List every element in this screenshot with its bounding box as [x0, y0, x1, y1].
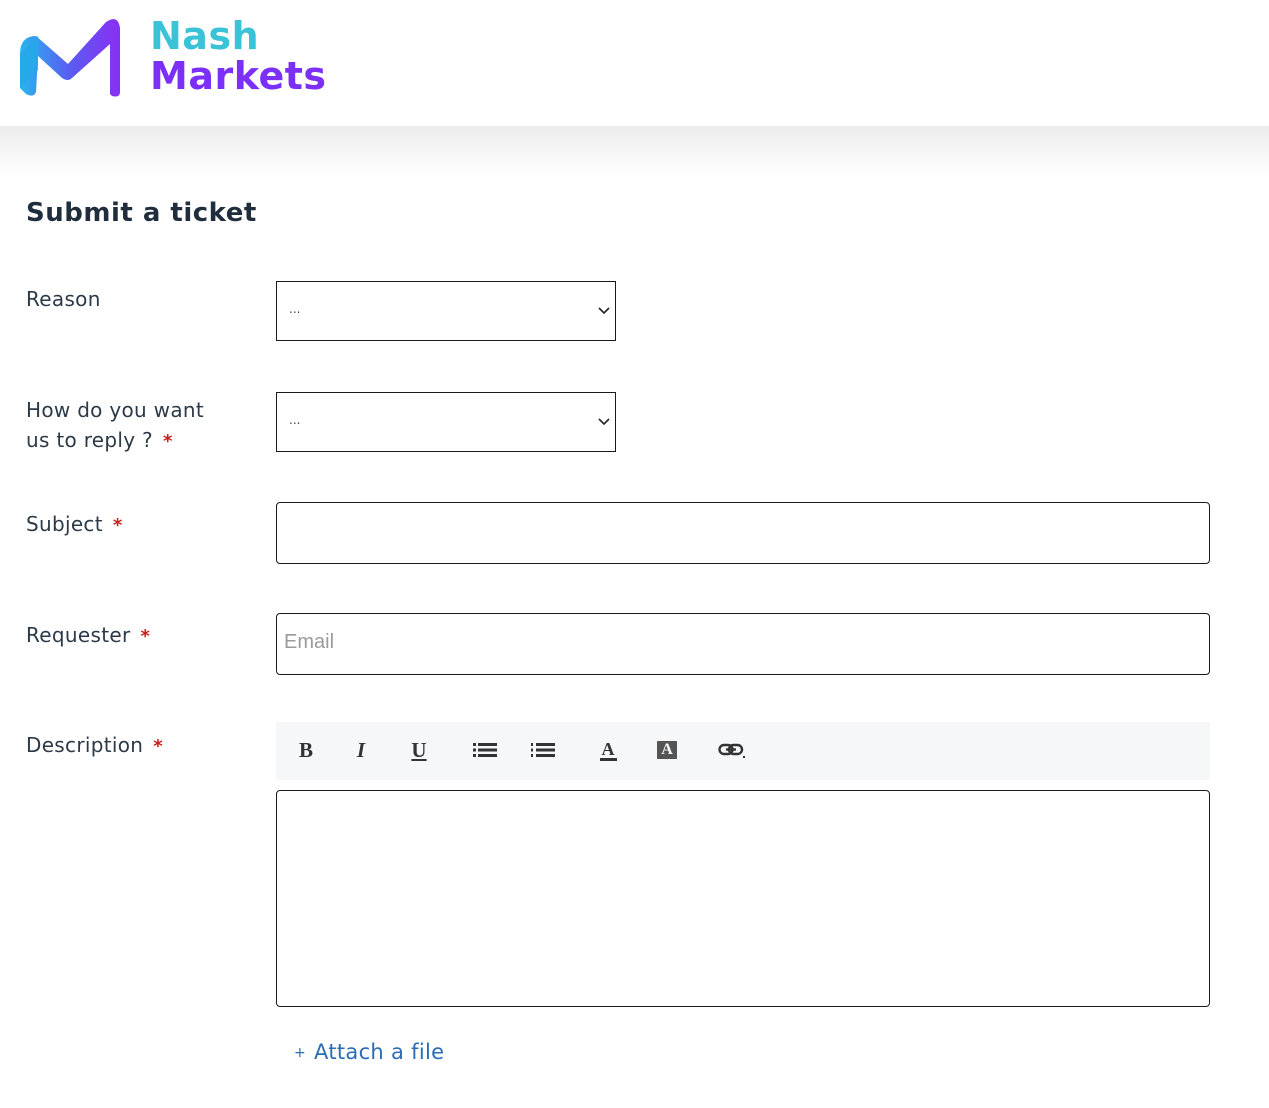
editor-toolbar: B I U A A	[276, 722, 1210, 780]
attach-file-link[interactable]: + Attach a file	[294, 1040, 444, 1064]
plus-icon: +	[294, 1045, 307, 1061]
font-color-icon: A	[599, 738, 617, 761]
attach-file-label: Attach a file	[314, 1040, 445, 1064]
reason-select-value: ...	[289, 302, 301, 316]
reply-method-select-value: ...	[289, 413, 301, 427]
page-title: Submit a ticket	[26, 198, 257, 228]
underline-icon: U	[411, 737, 427, 762]
nash-markets-logo-icon[interactable]	[16, 14, 124, 98]
highlight-color-button[interactable]: A	[652, 735, 682, 765]
description-label: Description *	[26, 730, 246, 762]
required-marker: *	[162, 431, 173, 452]
site-header: Nash Markets	[0, 0, 1269, 126]
highlight-color-icon: A	[657, 741, 677, 759]
reply-label: How do you want us to reply ? *	[26, 395, 246, 457]
bulleted-list-icon	[473, 743, 497, 757]
required-marker: *	[153, 736, 163, 757]
subject-label: Subject *	[26, 509, 246, 541]
requester-label: Requester *	[26, 620, 246, 652]
reply-method-select[interactable]: ...	[276, 392, 616, 452]
requester-email-placeholder: Email	[284, 631, 335, 653]
reason-label: Reason	[26, 284, 246, 314]
header-divider	[0, 126, 1269, 176]
requester-email-input[interactable]: Email	[276, 613, 1210, 675]
reply-label-line2: us to reply ?	[26, 428, 153, 452]
brand-name-line1: Nash	[150, 14, 260, 58]
bold-icon: B	[298, 737, 313, 762]
underline-button[interactable]: U	[404, 735, 434, 765]
numbered-list-button[interactable]	[528, 735, 558, 765]
bulleted-list-button[interactable]	[470, 735, 500, 765]
requester-label-text: Requester	[26, 623, 131, 647]
reply-label-line1: How do you want	[26, 398, 205, 422]
subject-input[interactable]	[276, 502, 1210, 564]
font-color-button[interactable]: A	[593, 735, 623, 765]
description-editor[interactable]	[276, 790, 1210, 1007]
numbered-list-icon	[531, 743, 555, 757]
brand-name-line2: Markets	[150, 54, 327, 98]
bold-button[interactable]: B	[291, 735, 321, 765]
reason-select[interactable]: ...	[276, 281, 616, 341]
description-label-text: Description	[26, 733, 144, 757]
required-marker: *	[140, 626, 151, 647]
brand-name[interactable]: Nash Markets	[150, 16, 327, 96]
insert-link-button[interactable]	[717, 735, 747, 765]
italic-icon: I	[356, 737, 366, 762]
subject-label-text: Subject	[26, 512, 103, 536]
chevron-down-icon	[598, 418, 610, 426]
chevron-down-icon	[598, 307, 610, 315]
reason-label-text: Reason	[26, 287, 101, 311]
required-marker: *	[112, 515, 123, 536]
italic-button[interactable]: I	[346, 735, 376, 765]
link-icon	[718, 743, 745, 758]
